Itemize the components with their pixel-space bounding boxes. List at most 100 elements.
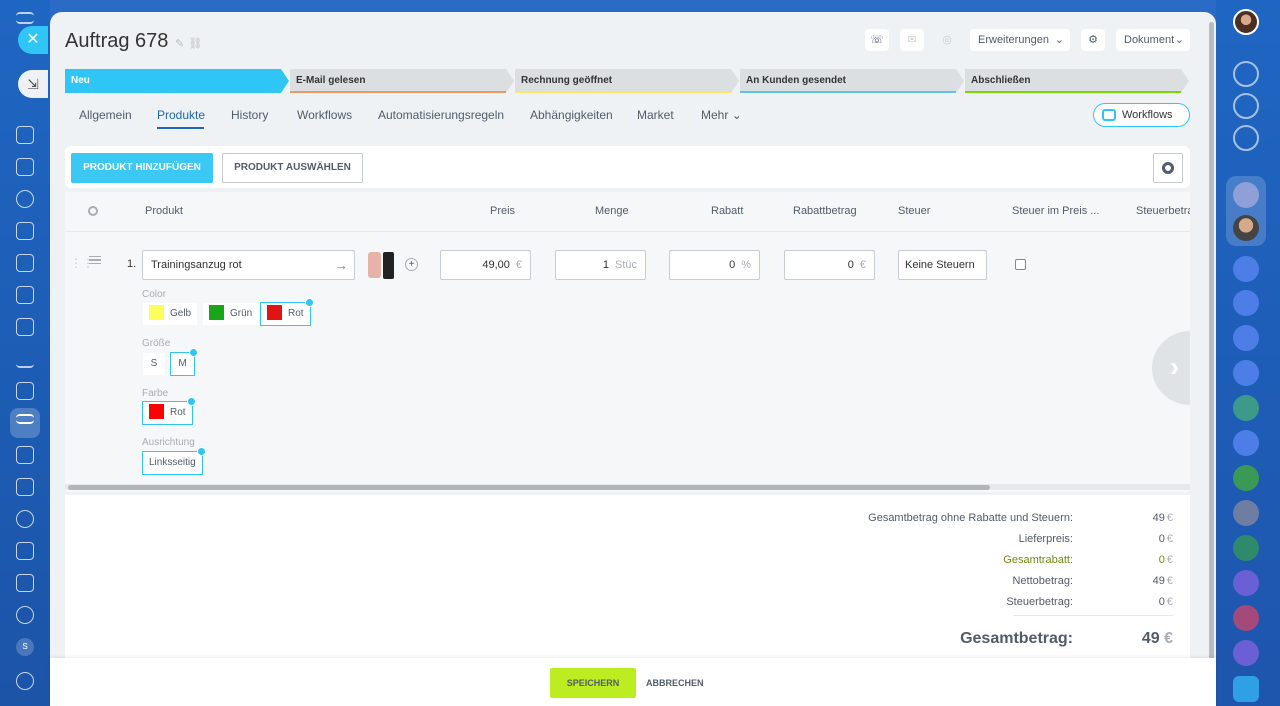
tab-market[interactable]: Market [637, 108, 674, 122]
lock-chat-icon[interactable] [1233, 430, 1259, 456]
summary-currency: € [1166, 554, 1173, 566]
monitor-icon[interactable] [16, 318, 34, 336]
target-icon[interactable] [16, 510, 34, 528]
contact-avatar-icon[interactable] [1233, 500, 1259, 526]
mail-icon: ✉ [907, 34, 917, 46]
filter-icon[interactable] [16, 414, 34, 424]
user-avatar[interactable] [1233, 9, 1259, 35]
chat-button[interactable]: ◎ [935, 29, 959, 51]
lock-chat-icon[interactable] [1233, 256, 1259, 282]
product-name-field[interactable]: Trainingsanzug rot → [142, 250, 355, 280]
robot-icon[interactable] [16, 574, 34, 592]
tab-automation-rules[interactable]: Automatisierungsregeln [378, 108, 504, 122]
chat-icon[interactable] [16, 254, 34, 272]
size-option-m[interactable]: M [170, 348, 198, 376]
select-product-button[interactable]: PRODUKT AUSWÄHLEN [222, 153, 363, 183]
color-option-gelb[interactable]: Gelb [142, 302, 199, 326]
product-image[interactable] [366, 250, 396, 280]
pencil-icon[interactable]: ✎ [175, 38, 188, 50]
channel-chat-icon[interactable] [1233, 640, 1259, 666]
discount-field[interactable]: 0% [669, 250, 760, 280]
vertical-scrollbar[interactable] [1209, 22, 1214, 672]
id-card-icon[interactable] [16, 478, 34, 496]
minimize-slider-button[interactable]: ⇲ [18, 70, 48, 98]
tab-general[interactable]: Allgemein [79, 108, 132, 122]
contacts-icon[interactable] [16, 190, 34, 208]
order-slider-panel: Auftrag 678 ✎⛓ ☏ ✉ ◎ Erweiterungen ⌄ ⚙ D… [50, 12, 1216, 706]
horizontal-scrollbar[interactable] [65, 484, 1190, 490]
summary-label: Gesamtbetrag ohne Rabatte und Steuern: [868, 512, 1073, 524]
extensions-dropdown[interactable]: Erweiterungen ⌄ [970, 29, 1070, 51]
row-number: 1. [127, 258, 137, 270]
color-option-rot[interactable]: Rot [260, 298, 314, 326]
stage-sent-to-customer[interactable]: An Kunden gesendet [740, 69, 964, 93]
pulse-icon[interactable] [1233, 93, 1259, 119]
channel-chat-icon[interactable] [1233, 570, 1259, 596]
phone-chat-icon[interactable] [1233, 535, 1259, 561]
tax-select[interactable]: Keine Steuern [898, 250, 987, 280]
color-option-gruen[interactable]: Grün [202, 302, 260, 326]
add-product-button[interactable]: PRODUKT HINZUFÜGEN [71, 153, 213, 183]
stage-color-line [965, 91, 1181, 93]
edit-icon[interactable] [16, 446, 34, 464]
tab-more[interactable]: Mehr ⌄ [701, 108, 742, 122]
settings-icon[interactable] [16, 672, 34, 690]
tax-included-checkbox[interactable] [1015, 259, 1026, 270]
file-icon[interactable] [16, 222, 34, 240]
arrow-right-icon[interactable]: → [334, 251, 348, 279]
task-icon[interactable] [16, 158, 34, 176]
price-field[interactable]: 49,00 € [440, 250, 531, 280]
column-settings-icon[interactable] [88, 206, 98, 216]
goal-icon[interactable] [16, 606, 34, 624]
menu-icon[interactable] [16, 12, 34, 24]
lock-chat-icon[interactable] [1233, 360, 1259, 386]
cart-icon[interactable] [16, 382, 34, 400]
horizontal-scrollbar-thumb[interactable] [68, 485, 990, 490]
color-swatch [267, 304, 282, 320]
analytics-icon[interactable] [16, 350, 34, 368]
total-label: Gesamtbetrag: [960, 630, 1073, 647]
notifications-icon[interactable] [1233, 61, 1259, 87]
discount-amount-field[interactable]: 0 € [784, 250, 875, 280]
calendar-icon[interactable] [16, 542, 34, 560]
call-button[interactable]: ☏ [865, 29, 889, 51]
farbe-option-rot[interactable]: Rot [142, 397, 196, 425]
mail-button[interactable]: ✉ [900, 29, 924, 51]
tab-products[interactable]: Produkte [157, 108, 205, 122]
card-icon[interactable] [16, 286, 34, 304]
settings-button[interactable]: ⚙ [1081, 29, 1105, 51]
search-chat-icon[interactable] [1233, 125, 1259, 151]
cancel-button[interactable]: ABBRECHEN [646, 668, 706, 698]
contact-avatar-icon[interactable] [1233, 215, 1259, 241]
stage-invoice-opened[interactable]: Rechnung geöffnet [515, 69, 739, 93]
document-icon[interactable] [16, 126, 34, 144]
task-chat-icon[interactable] [1233, 465, 1259, 491]
sites-badge[interactable]: S [16, 638, 34, 656]
save-button[interactable]: SPEICHERN [550, 668, 636, 698]
scroll-right-button[interactable]: › [1152, 331, 1190, 405]
orientation-option-linksseitig[interactable]: Linksseitig [142, 447, 206, 475]
tab-dependencies[interactable]: Abhängigkeiten [530, 108, 613, 122]
add-image-icon[interactable]: + [405, 258, 418, 271]
lock-chat-icon[interactable] [1233, 290, 1259, 316]
link-icon[interactable]: ⛓ [188, 38, 206, 50]
contact-avatar-icon[interactable] [1233, 182, 1259, 208]
document-dropdown[interactable]: Dokument ⌄ [1116, 29, 1190, 51]
quantity-unit: Stüc [614, 259, 637, 271]
tab-workflows[interactable]: Workflows [297, 108, 352, 122]
messenger-icon[interactable] [1233, 676, 1259, 702]
quantity-field[interactable]: 1 Stüc [555, 250, 646, 280]
stage-email-read[interactable]: E-Mail gelesen [290, 69, 514, 93]
size-option-s[interactable]: S [142, 352, 166, 376]
phone-chat-icon[interactable] [1233, 605, 1259, 631]
row-menu-icon[interactable] [89, 256, 101, 264]
table-settings-button[interactable] [1153, 153, 1183, 183]
workflows-button[interactable]: Workflows [1093, 103, 1190, 127]
summary-label: Lieferpreis: [1018, 533, 1073, 545]
task-chat-icon[interactable] [1233, 395, 1259, 421]
stage-neu[interactable]: Neu [65, 69, 289, 93]
tab-history[interactable]: History [231, 108, 268, 122]
lock-chat-icon[interactable] [1233, 325, 1259, 351]
close-slider-button[interactable]: ✕ [18, 26, 48, 54]
stage-complete[interactable]: Abschließen [965, 69, 1189, 93]
